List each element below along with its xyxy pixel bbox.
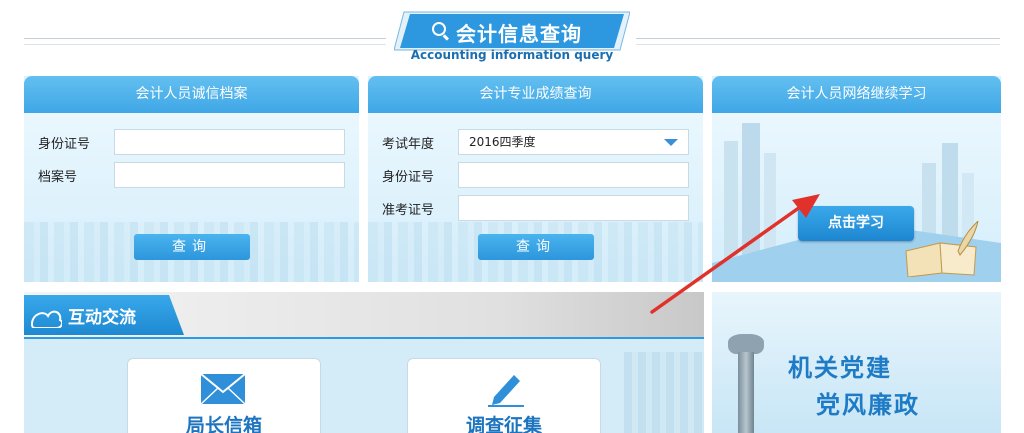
integrity-panel-body: 身份证号 档案号 查询 [24, 113, 359, 282]
integrity-query-button[interactable]: 查询 [134, 234, 250, 260]
party-building-line2: 党风廉政 [816, 391, 920, 419]
exam-year-label: 考试年度 [382, 137, 435, 152]
interaction-section: 互动交流 局长信箱 调查征集 [24, 292, 704, 433]
scores-query-button[interactable]: 查询 [478, 234, 594, 260]
id-number-label: 身份证号 [38, 137, 91, 152]
chevron-down-icon[interactable] [664, 139, 678, 146]
huabiao-pillar [738, 352, 754, 433]
interaction-tab-label: 互动交流 [68, 308, 136, 328]
page: 会计信息查询 Accounting information query 会计人员… [0, 0, 1024, 433]
id-number-input[interactable] [114, 129, 345, 155]
pencil-icon [488, 375, 524, 407]
scores-panel-title: 会计专业成绩查询 [368, 76, 703, 113]
director-mailbox-label: 局长信箱 [185, 415, 262, 433]
survey-card[interactable]: 调查征集 [407, 358, 601, 433]
book-quill-icon [905, 221, 979, 277]
exam-year-select[interactable]: 2016四季度 [458, 129, 689, 155]
integrity-panel-title: 会计人员诚信档案 [24, 76, 359, 113]
page-title: 会计信息查询 [456, 22, 582, 46]
red-arrow-annotation [650, 194, 820, 314]
admission-number-label: 准考证号 [382, 203, 435, 218]
page-subtitle: Accounting information query [410, 48, 614, 62]
party-building-line1: 机关党建 [788, 354, 892, 382]
huabiao-top [728, 334, 764, 354]
header-rule-right-2 [636, 44, 1000, 45]
envelope-icon [200, 373, 246, 405]
integrity-panel: 会计人员诚信档案 身份证号 档案号 查询 [24, 76, 359, 282]
header-rule-right [636, 38, 1000, 39]
header-rule-left-2 [24, 44, 386, 45]
file-number-input[interactable] [114, 162, 345, 188]
exam-year-value: 2016四季度 [469, 135, 536, 149]
id-number-label: 身份证号 [382, 170, 435, 185]
crowd-background [624, 352, 704, 433]
cloud-ornament-icon [30, 310, 62, 328]
interaction-divider [24, 337, 704, 339]
learning-panel-title: 会计人员网络继续学习 [712, 76, 1001, 113]
id-number-input[interactable] [458, 162, 689, 188]
survey-label: 调查征集 [465, 415, 542, 433]
director-mailbox-card[interactable]: 局长信箱 [127, 358, 321, 433]
search-icon [432, 22, 446, 36]
header-rule-left [24, 38, 386, 39]
file-number-label: 档案号 [38, 170, 78, 185]
